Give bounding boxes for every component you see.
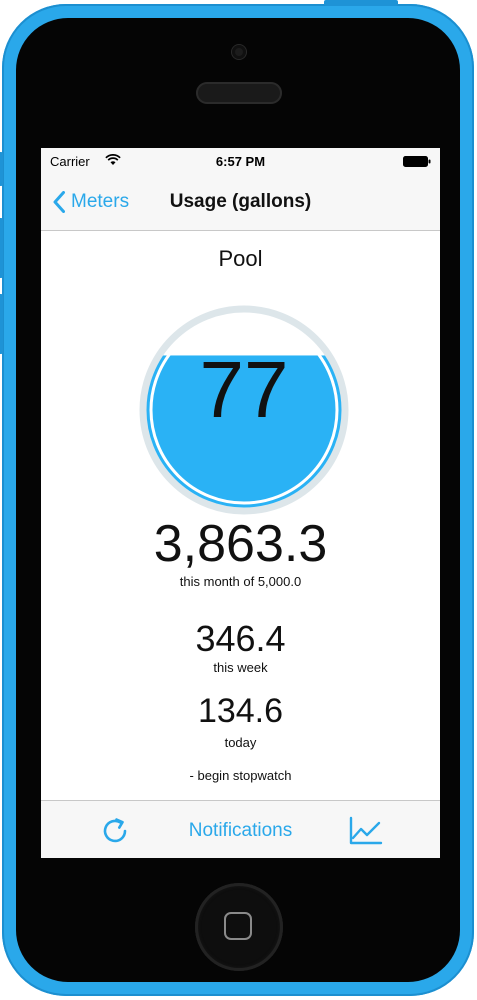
- front-camera: [232, 45, 246, 59]
- earpiece-speaker: [196, 82, 282, 104]
- status-bar: Carrier 6:57 PM: [41, 148, 440, 174]
- home-button-square: [224, 912, 252, 940]
- begin-stopwatch-button[interactable]: - begin stopwatch: [41, 768, 440, 783]
- volume-up-button: [0, 218, 3, 278]
- usage-gauge: 77: [134, 300, 354, 520]
- month-usage-label: this month of 5,000.0: [179, 574, 302, 589]
- battery-icon: [403, 156, 431, 167]
- navigation-bar: Meters Usage (gallons): [41, 174, 440, 231]
- week-usage-value: 346.4: [195, 618, 286, 659]
- gauge-percent-value: 77: [199, 345, 289, 434]
- toolbar: Notifications: [41, 800, 440, 858]
- month-usage-value: 3,863.3: [153, 515, 328, 573]
- home-button[interactable]: [195, 883, 283, 971]
- power-button: [324, 0, 398, 6]
- mute-switch: [0, 152, 3, 186]
- volume-down-button: [0, 294, 3, 354]
- today-usage-value: 134.6: [197, 692, 284, 730]
- today-usage-label: today: [224, 735, 257, 750]
- week-usage-label: this week: [213, 660, 268, 675]
- refresh-icon[interactable]: [99, 815, 131, 847]
- screen: Carrier 6:57 PM Meters Usage (gallons) P…: [41, 148, 440, 858]
- notifications-button[interactable]: Notifications: [189, 820, 293, 841]
- meter-name: Pool: [218, 246, 263, 271]
- page-title: Usage (gallons): [169, 191, 312, 212]
- line-chart-icon[interactable]: [349, 816, 383, 846]
- clock: 6:57 PM: [215, 154, 266, 169]
